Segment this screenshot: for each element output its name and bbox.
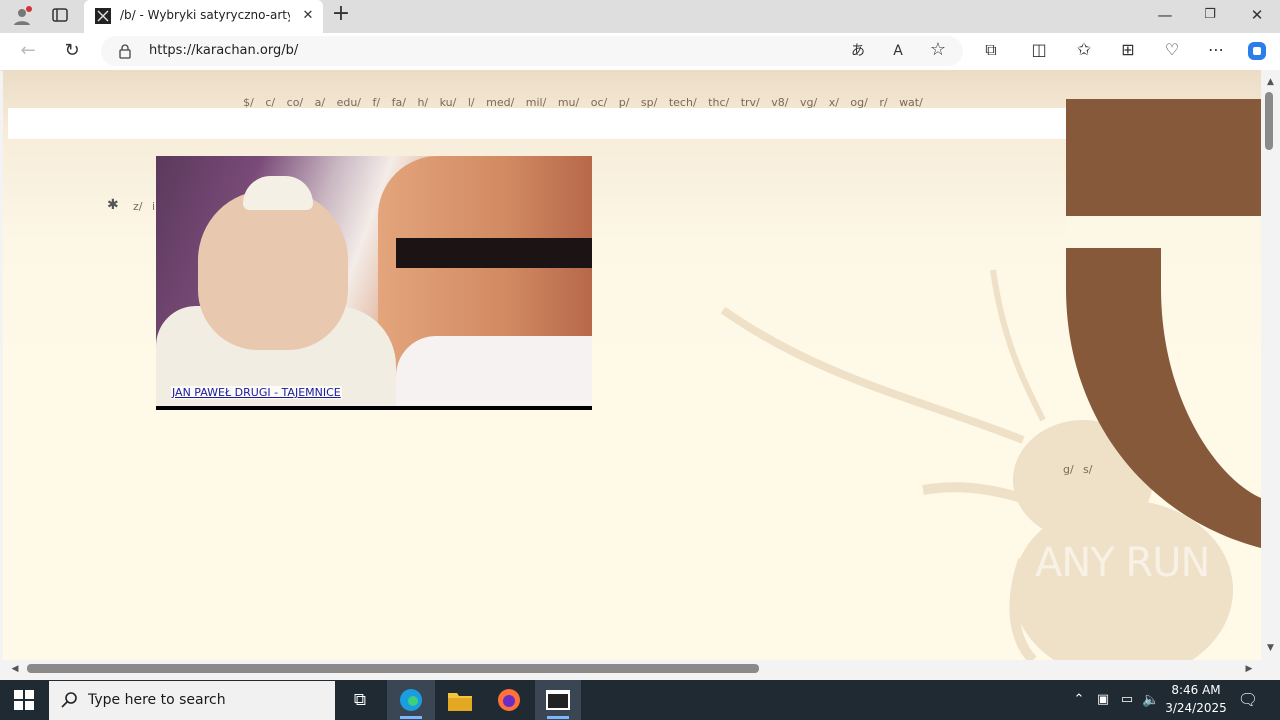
lock-icon[interactable] [118, 43, 132, 63]
board-link[interactable]: sp/ [641, 96, 657, 109]
scroll-down-icon[interactable]: ▼ [1261, 638, 1280, 658]
board-link-i[interactable]: i [152, 200, 155, 213]
bug-cursor-icon: ✱ [107, 197, 119, 213]
search-icon [61, 691, 79, 713]
board-link[interactable]: f/ [373, 96, 381, 109]
board-link-z[interactable]: z/ [133, 200, 142, 213]
tab-actions-icon[interactable] [50, 6, 70, 29]
site-favicon-icon [95, 8, 111, 28]
banner-figure-cap [243, 176, 313, 210]
board-link[interactable]: p/ [619, 96, 630, 109]
back-icon[interactable]: ← [18, 41, 38, 61]
board-link[interactable]: $/ [243, 96, 254, 109]
board-link[interactable]: thc/ [708, 96, 729, 109]
board-link[interactable]: mil/ [526, 96, 547, 109]
app-window-icon[interactable] [545, 688, 571, 716]
extensions-icon[interactable]: ⧉ [981, 40, 1001, 60]
banner-image[interactable]: JAN PAWEŁ DRUGI - TAJEMNICE [156, 156, 592, 410]
board-link-s[interactable]: s/ [1083, 463, 1092, 476]
board-link[interactable]: x/ [829, 96, 839, 109]
board-link[interactable]: c/ [265, 96, 275, 109]
board-link[interactable]: trv/ [741, 96, 760, 109]
task-view-icon[interactable]: ⧉ [347, 687, 373, 713]
settings-more-icon[interactable]: ⋯ [1206, 40, 1226, 60]
read-aloud-icon[interactable]: A [888, 41, 908, 61]
watermark-logo: ANY RUN [1035, 540, 1210, 586]
clock-time[interactable]: 8:46 AM [1171, 683, 1221, 697]
new-tab-button[interactable]: + [330, 3, 352, 25]
board-link[interactable]: ku/ [440, 96, 457, 109]
board-link[interactable]: oc/ [591, 96, 607, 109]
board-link[interactable]: fa/ [392, 96, 406, 109]
vertical-scrollbar[interactable] [1261, 70, 1280, 660]
windows-start-icon[interactable] [14, 690, 34, 714]
board-link[interactable]: tech/ [669, 96, 697, 109]
network-icon[interactable]: ▭ [1114, 687, 1140, 713]
tray-device-icon[interactable]: ▣ [1090, 687, 1116, 713]
profile-icon[interactable] [12, 6, 32, 31]
tab-close-icon[interactable]: ✕ [298, 6, 318, 26]
scroll-right-icon[interactable]: ▶ [1239, 659, 1259, 679]
board-link[interactable]: l/ [468, 96, 475, 109]
scroll-up-icon[interactable]: ▲ [1261, 72, 1280, 92]
browser-essentials-icon[interactable]: ♡ [1162, 40, 1182, 60]
refresh-icon[interactable]: ↻ [62, 41, 82, 61]
board-link[interactable]: edu/ [337, 96, 361, 109]
board-link[interactable]: r/ [879, 96, 887, 109]
search-placeholder: Type here to search [88, 692, 226, 708]
board-link[interactable]: med/ [486, 96, 514, 109]
notifications-icon[interactable]: 🗨 [1235, 687, 1261, 713]
banner-link[interactable]: JAN PAWEŁ DRUGI - TAJEMNICE [171, 386, 342, 399]
tab-title: /b/ - Wybryki satyryczno-artysty [120, 8, 290, 22]
file-explorer-icon[interactable] [447, 688, 473, 716]
url-text[interactable]: https://karachan.org/b/ [149, 43, 298, 58]
favorite-star-icon[interactable]: ☆ [928, 40, 948, 60]
translate-icon[interactable]: あ [848, 41, 868, 61]
board-link[interactable]: mu/ [558, 96, 579, 109]
horizontal-scroll-thumb[interactable] [27, 664, 759, 673]
copilot-icon[interactable] [1246, 40, 1268, 66]
board-link[interactable]: v8/ [771, 96, 788, 109]
split-screen-icon[interactable]: ◫ [1029, 40, 1049, 60]
board-link[interactable]: og/ [850, 96, 867, 109]
board-link[interactable]: h/ [417, 96, 428, 109]
banner-figure-face [198, 190, 348, 350]
vertical-scroll-thumb[interactable] [1265, 92, 1273, 150]
favorites-icon[interactable]: ✩ [1074, 40, 1094, 60]
tray-chevron-icon[interactable]: ⌃ [1066, 687, 1092, 713]
board-link[interactable]: a/ [315, 96, 325, 109]
restore-button[interactable]: ❐ [1200, 5, 1220, 25]
collections-icon[interactable]: ⊞ [1118, 40, 1138, 60]
board-link[interactable]: wat/ [899, 96, 923, 109]
minimize-button[interactable]: — [1155, 5, 1175, 25]
volume-icon[interactable]: 🔈 [1138, 687, 1164, 713]
close-window-button[interactable]: ✕ [1247, 5, 1267, 25]
clock-date[interactable]: 3/24/2025 [1165, 701, 1227, 715]
board-link-g[interactable]: g/ [1063, 463, 1074, 476]
board-navigation: $/ c/ co/ a/ edu/ f/ fa/ h/ ku/ l/ med/ … [3, 96, 1163, 109]
board-link[interactable]: co/ [287, 96, 303, 109]
scroll-left-icon[interactable]: ◀ [5, 659, 25, 679]
firefox-icon[interactable] [496, 687, 522, 717]
board-link[interactable]: vg/ [800, 96, 817, 109]
edge-icon[interactable] [398, 687, 424, 717]
